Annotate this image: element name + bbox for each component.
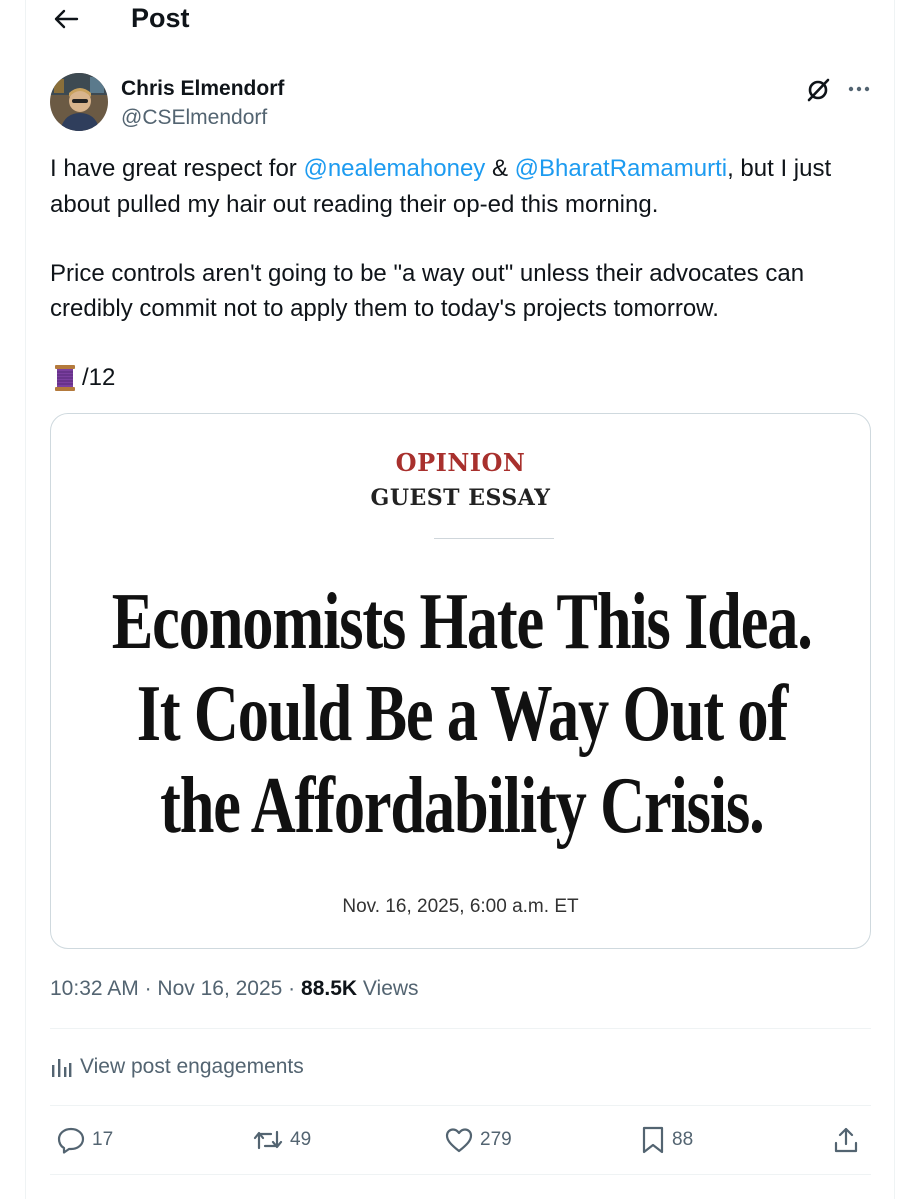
card-divider	[434, 538, 554, 539]
post-date[interactable]: Nov 16, 2025	[157, 977, 282, 1000]
tweet-text-line: Price controls aren't going to be "a way…	[50, 260, 805, 287]
repost-count: 49	[290, 1129, 312, 1150]
avatar-photo	[50, 73, 108, 131]
view-engagements-label: View post engagements	[80, 1055, 304, 1078]
more-options-button[interactable]	[844, 76, 874, 102]
avatar[interactable]	[50, 73, 108, 131]
tweet-text-segment: I have great respect for	[50, 155, 304, 182]
more-icon	[848, 86, 870, 92]
page-header: Post	[26, 0, 896, 40]
post-column: Post Chris Elmendorf @CSElmendorf I have…	[25, 0, 895, 1199]
card-headline: Economists Hate This Idea. It Could Be a…	[51, 576, 870, 856]
card-subkicker: GUEST ESSAY	[370, 485, 551, 511]
card-kicker: OPINION	[395, 448, 526, 477]
mention-link[interactable]: @nealemahoney	[303, 155, 485, 182]
meta-separator: ·	[282, 977, 302, 1000]
post-metadata: 10:32 AM · Nov 16, 2025 · 88.5K Views	[50, 976, 419, 1002]
headline-line: the Affordability Crisis.	[159, 762, 765, 850]
repost-icon	[253, 1130, 283, 1150]
author-name[interactable]: Chris Elmendorf	[121, 76, 284, 102]
divider	[50, 1105, 871, 1106]
share-icon	[834, 1127, 858, 1153]
bookmark-icon	[642, 1126, 664, 1154]
thread-count: /12	[82, 364, 116, 391]
headline-line: Economists Hate This Idea.	[111, 578, 813, 666]
share-button[interactable]	[832, 1122, 860, 1158]
action-bar: 17 49 279 88	[26, 1122, 896, 1158]
author-handle[interactable]: @CSElmendorf	[121, 105, 267, 131]
back-arrow-icon	[54, 9, 79, 29]
like-button[interactable]: 279	[444, 1122, 512, 1158]
tweet-text-segment: &	[485, 155, 515, 182]
reply-button[interactable]: 17	[56, 1122, 113, 1158]
bar-chart-icon	[50, 1057, 72, 1077]
headline-line: It Could Be a Way Out of	[136, 670, 788, 758]
like-count: 279	[480, 1129, 512, 1150]
like-icon	[445, 1128, 473, 1153]
views-count: 88.5K	[301, 977, 358, 1000]
bookmark-button[interactable]: 88	[640, 1122, 693, 1158]
divider	[50, 1174, 871, 1175]
tweet-text-line: about pulled my hair out reading their o…	[50, 191, 659, 218]
grok-button[interactable]	[804, 76, 832, 104]
article-card[interactable]: OPINION GUEST ESSAY Economists Hate This…	[50, 413, 871, 949]
page-title: Post	[131, 3, 190, 33]
card-date: Nov. 16, 2025, 6:00 a.m. ET	[342, 896, 579, 917]
mention-link[interactable]: @BharatRamamurti	[515, 155, 727, 182]
reply-count: 17	[92, 1129, 114, 1150]
grok-icon	[807, 78, 830, 102]
tweet-text-segment: , but I just	[727, 155, 832, 182]
thread-spool-icon	[55, 365, 75, 391]
bookmark-count: 88	[672, 1129, 694, 1150]
reply-icon	[57, 1127, 85, 1154]
thread-marker: /12	[50, 361, 880, 395]
tweet-text-line: credibly commit not to apply them to tod…	[50, 295, 719, 322]
meta-separator: ·	[138, 977, 158, 1000]
view-engagements-link[interactable]: View post engagements	[50, 1052, 304, 1082]
tweet-text-line: I have great respect for @nealemahoney &…	[50, 152, 880, 186]
views-label: Views	[357, 977, 419, 1000]
back-button[interactable]	[50, 4, 82, 34]
divider	[50, 1028, 871, 1029]
repost-button[interactable]: 49	[252, 1122, 311, 1158]
post-time[interactable]: 10:32 AM	[50, 977, 139, 1000]
